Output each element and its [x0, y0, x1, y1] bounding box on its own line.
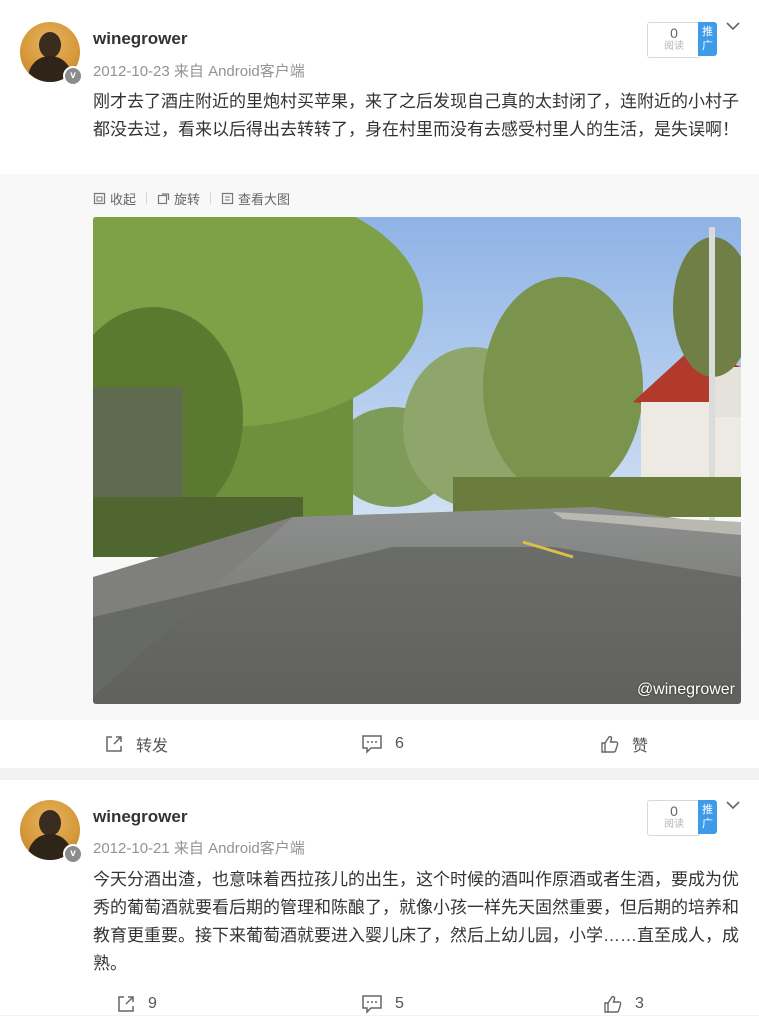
repost-button[interactable]: 9 — [116, 992, 157, 1016]
comment-count: 6 — [395, 735, 404, 752]
comment-count: 5 — [395, 995, 404, 1012]
rotate-icon — [157, 192, 170, 204]
comment-icon — [362, 735, 382, 754]
repost-label: 转发 — [136, 738, 169, 755]
view-large-label: 查看大图 — [238, 191, 291, 207]
avatar-head — [39, 32, 61, 58]
post-source: 来自 Android客户端 — [173, 63, 305, 80]
verified-badge-icon: v — [63, 844, 83, 864]
comment-button[interactable]: 5 — [361, 992, 404, 1016]
post-card: v winegrower 2012-10-21 来自 Android客户端 0 … — [0, 780, 759, 1015]
like-button[interactable]: 赞 — [600, 732, 648, 756]
read-count-box: 0 阅读 — [647, 800, 701, 836]
photo-watermark: @winegrower — [636, 681, 735, 698]
username[interactable]: winegrower — [93, 807, 187, 827]
thumbs-up-icon — [604, 995, 622, 1013]
avatar-head — [39, 810, 61, 836]
chevron-down-icon[interactable] — [725, 797, 741, 813]
read-count: 0 — [670, 803, 678, 819]
share-out-icon — [118, 996, 134, 1012]
username[interactable]: winegrower — [93, 29, 187, 49]
post-photo[interactable]: @winegrower — [93, 217, 741, 704]
share-out-icon — [106, 736, 122, 752]
comment-icon — [362, 995, 382, 1014]
toolbar-divider — [210, 192, 212, 204]
promote-button[interactable]: 推广 — [698, 800, 717, 834]
collapse-button[interactable]: 收起 — [93, 189, 136, 208]
like-count: 3 — [635, 995, 644, 1012]
post-source: 来自 Android客户端 — [173, 840, 305, 857]
rotate-button[interactable]: 旋转 — [157, 189, 200, 208]
like-button[interactable]: 3 — [603, 992, 644, 1016]
read-label: 阅读 — [664, 819, 684, 830]
collapse-icon — [93, 192, 106, 204]
read-count-box: 0 阅读 — [647, 22, 701, 58]
read-count: 0 — [670, 25, 678, 41]
comment-button[interactable]: 6 — [361, 732, 404, 756]
post-card: v winegrower 2012-10-23 来自 Android客户端 0 … — [0, 0, 759, 768]
promote-button[interactable]: 推广 — [698, 22, 717, 56]
view-large-button[interactable]: 查看大图 — [221, 189, 290, 208]
media-toolbar: 收起 旋转 查看大图 — [93, 188, 290, 208]
toolbar-divider — [146, 192, 148, 204]
like-label: 赞 — [632, 738, 649, 755]
thumbs-up-icon — [601, 735, 619, 753]
post-date[interactable]: 2012-10-23 — [93, 63, 170, 80]
post-date[interactable]: 2012-10-21 — [93, 840, 170, 857]
view-large-icon — [221, 192, 234, 204]
rotate-label: 旋转 — [174, 191, 201, 207]
post-text: 刚才去了酒庄附近的里炮村买苹果，来了之后发现自己真的太封闭了，连附近的小村子都没… — [93, 92, 739, 139]
read-label: 阅读 — [664, 41, 684, 52]
repost-button[interactable]: 转发 — [104, 732, 168, 756]
verified-badge-icon: v — [63, 66, 83, 86]
village-road-photo — [93, 217, 741, 704]
post-meta: 2012-10-21 来自 Android客户端 — [93, 837, 305, 858]
collapse-label: 收起 — [110, 191, 137, 207]
post-text: 今天分酒出渣，也意味着西拉孩儿的出生，这个时候的酒叫作原酒或者生酒，要成为优秀的… — [93, 870, 739, 973]
post-meta: 2012-10-23 来自 Android客户端 — [93, 60, 305, 81]
repost-count: 9 — [148, 995, 157, 1012]
chevron-down-icon[interactable] — [725, 18, 741, 34]
